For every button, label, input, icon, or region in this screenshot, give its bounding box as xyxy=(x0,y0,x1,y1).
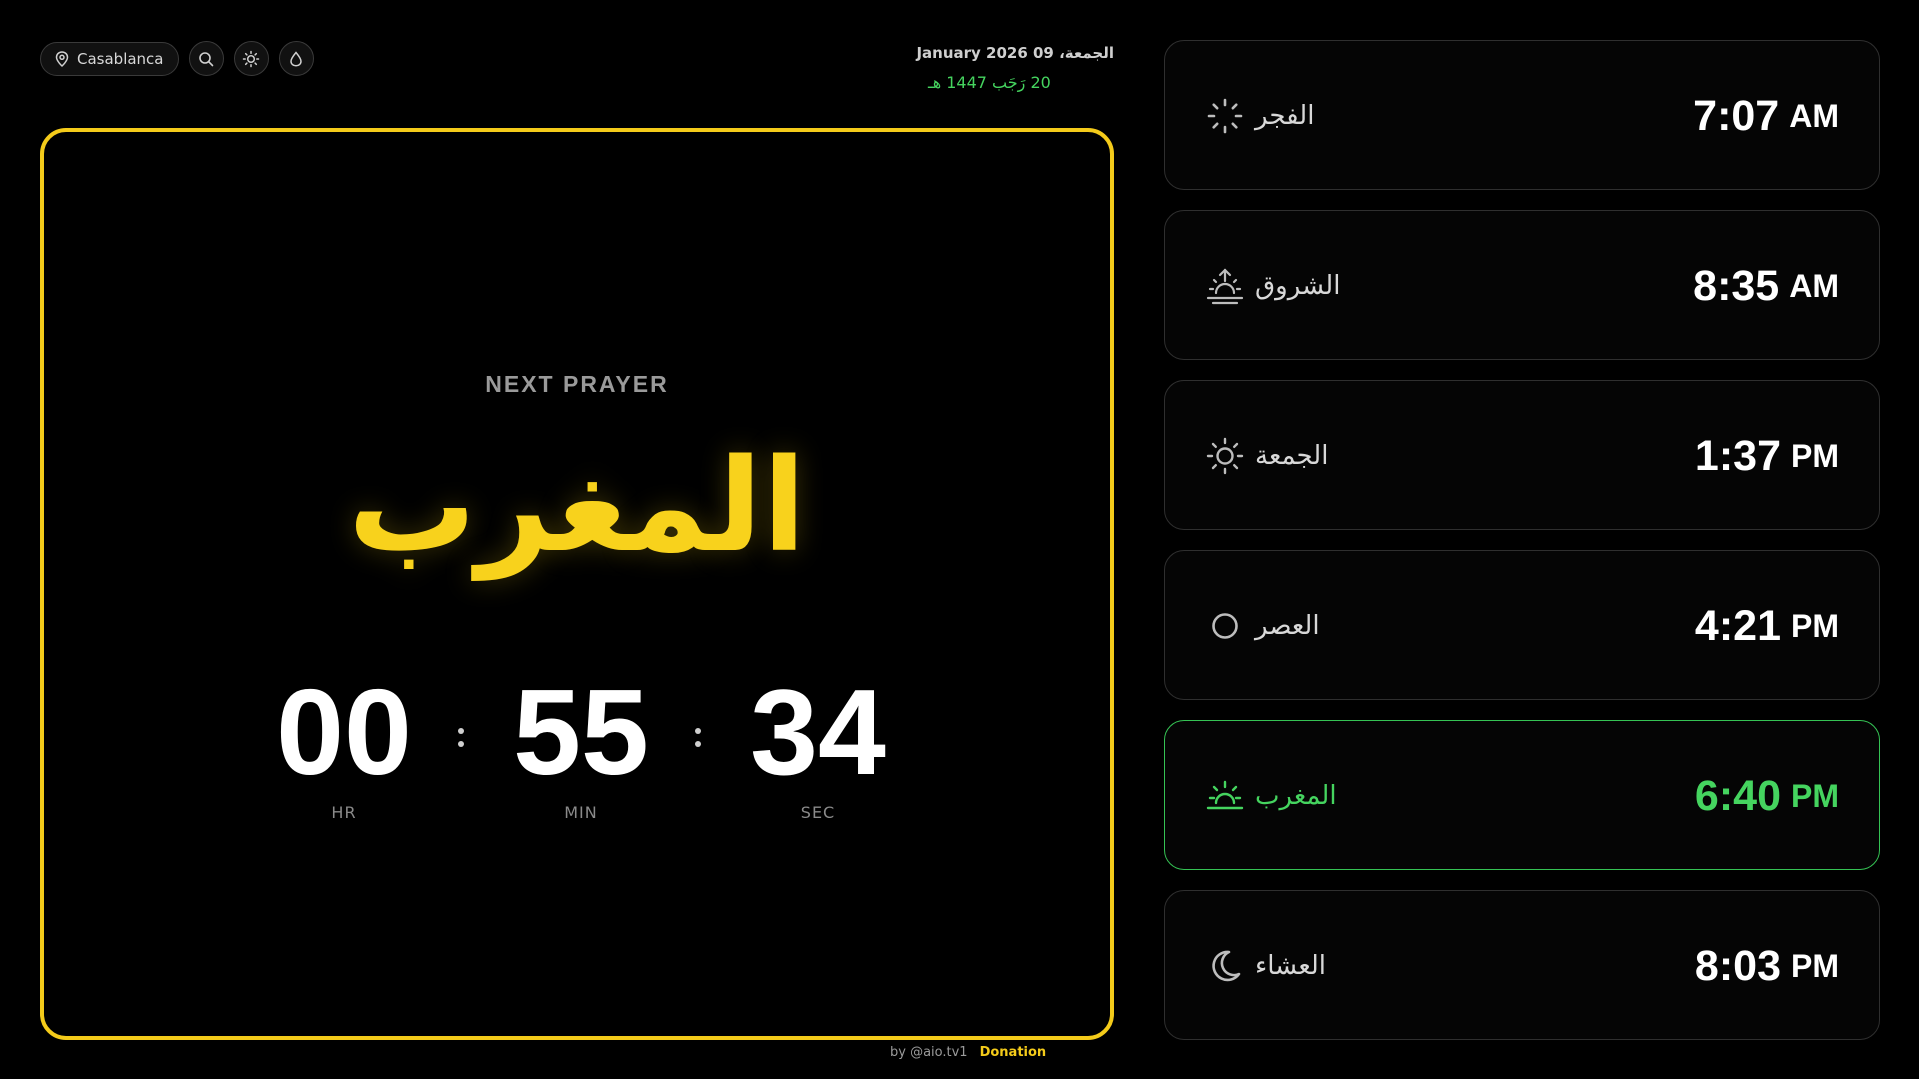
sun-icon xyxy=(1205,436,1245,476)
map-pin-icon xyxy=(55,50,69,67)
hijri-date: 20 رَجَب 1447 هـ xyxy=(928,73,1051,92)
prayer-name: العشاء xyxy=(1255,951,1327,981)
prayer-card-sunrise: الشروق 8:35 AM xyxy=(1164,210,1880,360)
fajr-dawn-icon xyxy=(1205,96,1245,136)
prayer-time-value: 8:35 xyxy=(1693,261,1780,310)
countdown-seconds: 34 SEC xyxy=(723,667,913,822)
countdown-hours-label: HR xyxy=(331,803,357,822)
prayer-time: 4:21 PM xyxy=(1685,551,1839,701)
prayer-time-period: PM xyxy=(1791,947,1839,984)
countdown-hours: 00 HR xyxy=(249,667,439,822)
prayer-card-maghrib: المغرب 6:40 PM xyxy=(1164,720,1880,870)
prayer-time-value: 1:37 xyxy=(1694,431,1781,480)
theme-button[interactable] xyxy=(233,41,269,76)
donation-link[interactable]: Donation xyxy=(980,1045,1047,1060)
footer: by @aio.tv1 Donation xyxy=(890,1045,1046,1060)
location-label: Casablanca xyxy=(77,49,164,68)
prayer-name: الفجر xyxy=(1255,101,1315,131)
prayer-card-fajr: الفجر 7:07 AM xyxy=(1164,40,1880,190)
prayer-time: 8:03 PM xyxy=(1685,891,1839,1041)
prayer-name: الجمعة xyxy=(1255,441,1329,471)
top-controls: Casablanca xyxy=(40,41,314,76)
prayer-time-period: AM xyxy=(1789,267,1839,304)
prayer-card-isha: العشاء 8:03 PM xyxy=(1164,890,1880,1040)
prayer-name: المغرب xyxy=(1255,781,1337,811)
location-button[interactable]: Casablanca xyxy=(40,41,179,76)
sun-icon xyxy=(242,50,260,68)
search-button[interactable] xyxy=(188,41,224,76)
prayer-time-value: 4:21 xyxy=(1694,601,1781,650)
date-block: الجمعة، 09 January 2026 20 رَجَب 1447 هـ xyxy=(880,44,1114,92)
search-icon xyxy=(198,51,214,67)
countdown-hours-value: 00 xyxy=(276,664,412,800)
next-prayer-name: المغرب xyxy=(347,432,807,581)
next-prayer-label: NEXT PRAYER xyxy=(485,371,669,397)
prayer-time-period: PM xyxy=(1791,607,1839,644)
countdown-minutes-label: MIN xyxy=(564,803,598,822)
next-prayer-panel: NEXT PRAYER المغرب 00 HR 55 MIN 34 SEC xyxy=(40,128,1114,1040)
app-root: Casablanca الجمعة، 09 January 2026 20 رَ… xyxy=(0,0,1919,1079)
circle-icon xyxy=(1205,606,1245,646)
countdown-seconds-label: SEC xyxy=(800,803,836,822)
moon-icon xyxy=(1205,946,1245,986)
prayer-card-jumuah: الجمعة 1:37 PM xyxy=(1164,380,1880,530)
water-drop-icon xyxy=(289,50,303,67)
prayer-time-period: PM xyxy=(1791,777,1839,814)
sunset-icon xyxy=(1205,776,1245,816)
prayer-time: 7:07 AM xyxy=(1685,41,1839,191)
prayer-time: 6:40 PM xyxy=(1685,721,1839,871)
prayer-time-period: AM xyxy=(1789,97,1839,134)
gregorian-date: الجمعة، 09 January 2026 xyxy=(916,44,1114,62)
prayer-name: الشروق xyxy=(1255,271,1341,301)
credit-text: by @aio.tv1 xyxy=(890,1045,968,1060)
prayer-time: 1:37 PM xyxy=(1685,381,1839,531)
prayer-name: العصر xyxy=(1255,611,1320,641)
prayer-card-asr: العصر 4:21 PM xyxy=(1164,550,1880,700)
sunrise-icon xyxy=(1205,266,1245,306)
countdown-minutes-value: 55 xyxy=(513,664,649,800)
countdown-minutes: 55 MIN xyxy=(486,667,676,822)
countdown-separator xyxy=(695,728,703,754)
water-drop-button[interactable] xyxy=(278,41,314,76)
prayer-time-value: 8:03 xyxy=(1694,941,1781,990)
prayer-time-value: 6:40 xyxy=(1694,771,1781,820)
prayer-time: 8:35 AM xyxy=(1685,211,1839,361)
prayer-time-period: PM xyxy=(1791,437,1839,474)
countdown-seconds-value: 34 xyxy=(750,664,886,800)
countdown-separator xyxy=(458,728,466,754)
prayer-time-value: 7:07 xyxy=(1693,91,1780,140)
